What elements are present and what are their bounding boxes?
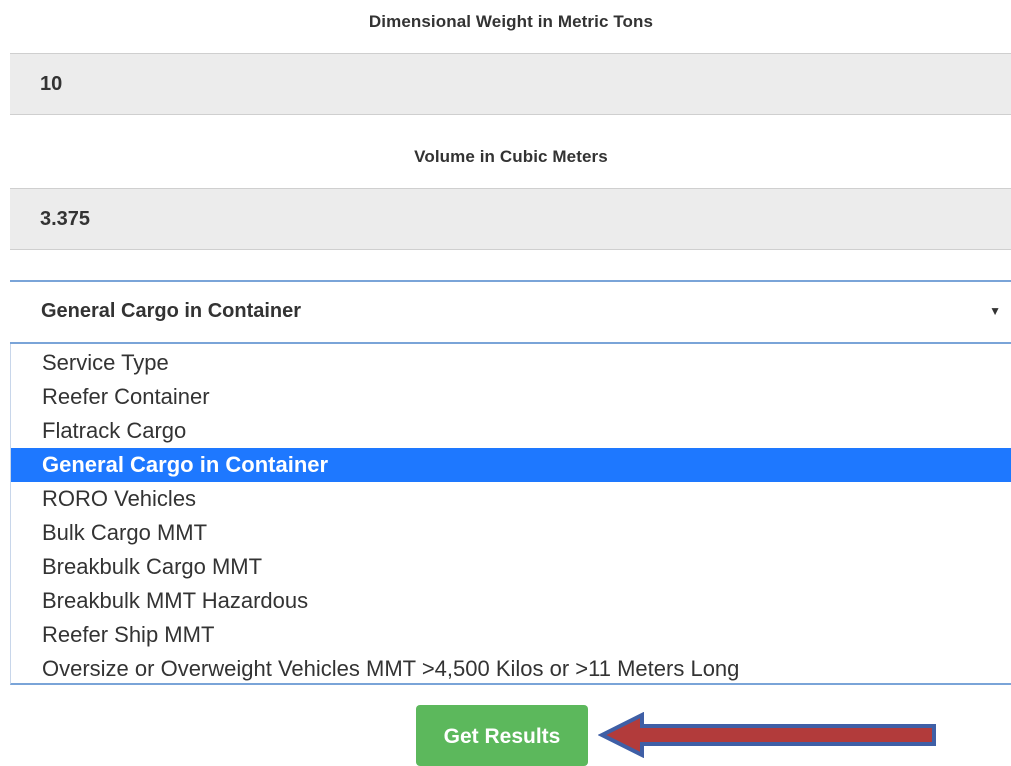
option-bulk-cargo-mmt[interactable]: Bulk Cargo MMT: [11, 516, 1011, 550]
caret-down-icon: ▼: [989, 304, 1001, 318]
get-results-button[interactable]: Get Results: [416, 705, 588, 766]
option-general-cargo-in-container[interactable]: General Cargo in Container: [11, 448, 1011, 482]
option-reefer-ship-mmt[interactable]: Reefer Ship MMT: [11, 618, 1011, 652]
volume-input[interactable]: [10, 188, 1011, 250]
option-roro-vehicles[interactable]: RORO Vehicles: [11, 482, 1011, 516]
option-service-type[interactable]: Service Type: [11, 346, 1011, 380]
option-breakbulk-cargo-mmt[interactable]: Breakbulk Cargo MMT: [11, 550, 1011, 584]
service-type-dropdown-list: Service Type Reefer Container Flatrack C…: [10, 344, 1011, 685]
left-arrow-icon: [598, 712, 936, 758]
option-oversize-overweight-vehicles[interactable]: Oversize or Overweight Vehicles MMT >4,5…: [11, 652, 1011, 686]
option-breakbulk-mmt-hazardous[interactable]: Breakbulk MMT Hazardous: [11, 584, 1011, 618]
service-type-select[interactable]: General Cargo in Container ▼: [10, 280, 1011, 344]
option-reefer-container[interactable]: Reefer Container: [11, 380, 1011, 414]
volume-label: Volume in Cubic Meters: [414, 147, 608, 166]
option-flatrack-cargo[interactable]: Flatrack Cargo: [11, 414, 1011, 448]
weight-label: Dimensional Weight in Metric Tons: [368, 12, 654, 31]
service-type-selected-value: General Cargo in Container: [41, 300, 302, 322]
weight-input[interactable]: [10, 53, 1011, 115]
